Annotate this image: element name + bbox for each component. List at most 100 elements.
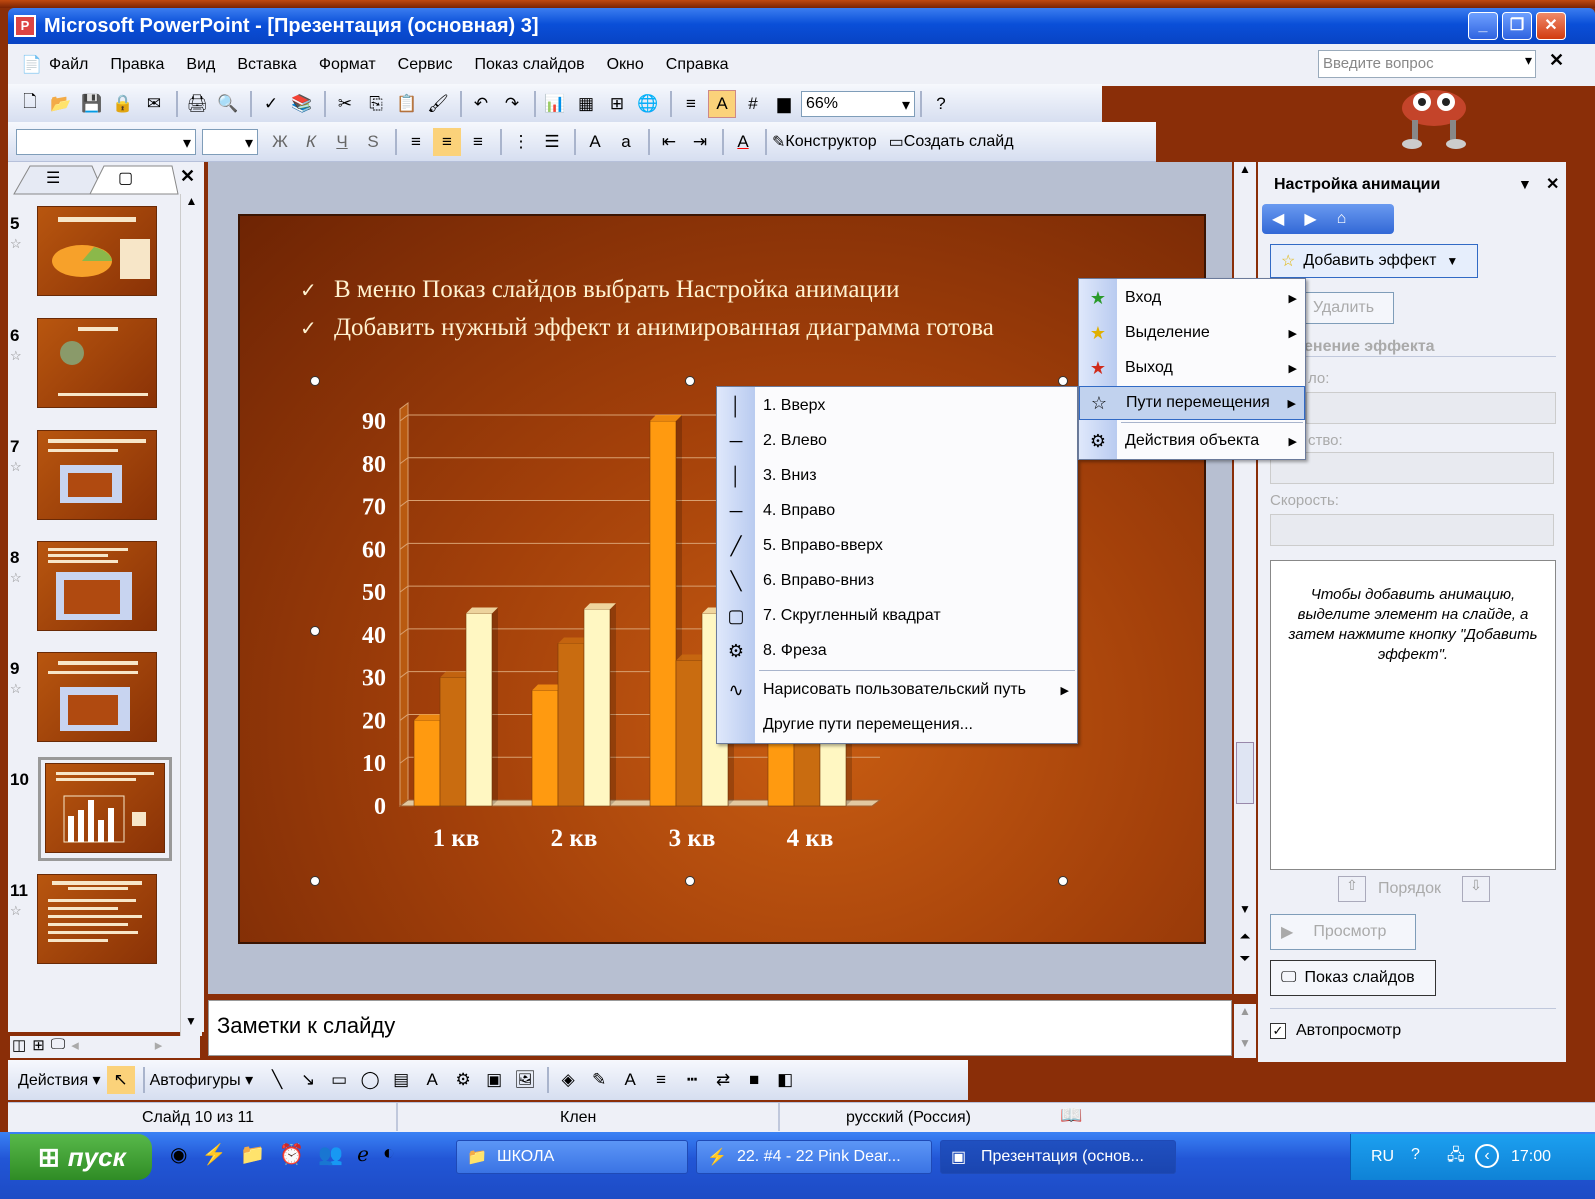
close-button[interactable]: ✕: [1536, 12, 1566, 40]
picture-icon[interactable]: 🖼: [511, 1066, 539, 1094]
slide-thumb-9[interactable]: [37, 652, 157, 742]
scroll-right-icon[interactable]: ▸: [155, 1036, 163, 1058]
fill-color-icon[interactable]: ◈: [554, 1066, 582, 1094]
decrease-indent-icon[interactable]: ⇤: [655, 128, 683, 156]
scroll-up-icon[interactable]: ▲: [181, 194, 202, 216]
messenger-icon[interactable]: 👥: [318, 1142, 343, 1167]
print-icon[interactable]: 🖨: [183, 90, 211, 118]
new-icon[interactable]: 🗋: [16, 90, 44, 118]
selection-handle[interactable]: [685, 876, 695, 886]
dash-style-icon[interactable]: ┅: [678, 1066, 706, 1094]
normal-view-icon[interactable]: ◫: [12, 1036, 26, 1058]
animation-list[interactable]: Чтобы добавить анимацию, выделите элемен…: [1270, 560, 1556, 870]
property-combo[interactable]: [1270, 452, 1554, 484]
scroll-thumb[interactable]: [1236, 742, 1254, 804]
cut-icon[interactable]: ✂: [331, 90, 359, 118]
path-menu-item[interactable]: ╱ 5. Вправо-вверх: [717, 529, 1077, 563]
underline-icon[interactable]: Ч: [328, 128, 356, 156]
chart-icon[interactable]: 📊: [541, 90, 569, 118]
restore-button[interactable]: ❐: [1502, 12, 1532, 40]
task-pane-close-icon[interactable]: ✕: [1546, 174, 1559, 194]
media-player-icon[interactable]: ◉: [170, 1142, 187, 1167]
hyperlink-icon[interactable]: 🌐: [634, 90, 662, 118]
3d-style-icon[interactable]: ◧: [771, 1066, 799, 1094]
preview-button[interactable]: ▶ Просмотр: [1270, 914, 1416, 950]
numbering-icon[interactable]: ⋮: [507, 128, 535, 156]
table-icon[interactable]: ▦: [572, 90, 600, 118]
forward-icon[interactable]: ▶: [1304, 209, 1316, 229]
rectangle-icon[interactable]: ▭: [325, 1066, 353, 1094]
network-icon[interactable]: 🖧: [1447, 1144, 1465, 1171]
menu-slideshow[interactable]: Показ слайдов: [474, 56, 584, 74]
effect-exit-item[interactable]: ★ Выход ▶: [1079, 351, 1305, 385]
thumbs-scrollbar[interactable]: ▲ ▼: [180, 194, 202, 1036]
slideshow-button[interactable]: 🖵 Показ слайдов: [1270, 960, 1436, 996]
ie-icon[interactable]: ℯ: [357, 1142, 369, 1167]
autopreview-checkbox[interactable]: ✓ Автопросмотр: [1270, 1022, 1401, 1040]
italic-icon[interactable]: К: [297, 128, 325, 156]
increase-font-icon[interactable]: A: [581, 128, 609, 156]
expand-icon[interactable]: ≡: [677, 90, 705, 118]
permission-icon[interactable]: 🔒: [109, 90, 137, 118]
align-left-icon[interactable]: ≡: [402, 128, 430, 156]
help-search-input[interactable]: Введите вопрос: [1318, 50, 1536, 78]
color-grayscale-icon[interactable]: ▆: [770, 90, 798, 118]
help-icon[interactable]: ?: [927, 90, 955, 118]
format-painter-icon[interactable]: 🖌: [424, 90, 452, 118]
folder-icon[interactable]: 📁: [240, 1142, 265, 1167]
draw-custom-path-item[interactable]: ∿ Нарисовать пользовательский путь ▶: [717, 673, 1077, 707]
bullet-2[interactable]: ✓ Добавить нужный эффект и анимированная …: [300, 314, 994, 342]
slide-thumb-7[interactable]: [37, 430, 157, 520]
tables-borders-icon[interactable]: ⊞: [603, 90, 631, 118]
arrow-style-icon[interactable]: ⇄: [709, 1066, 737, 1094]
copy-icon[interactable]: ⎘: [362, 90, 390, 118]
increase-indent-icon[interactable]: ⇥: [686, 128, 714, 156]
selection-handle[interactable]: [1058, 876, 1068, 886]
task-presentation[interactable]: ▣ Презентация (основ...: [940, 1140, 1176, 1174]
align-right-icon[interactable]: ≡: [464, 128, 492, 156]
scroll-down-icon[interactable]: ▼: [181, 1014, 201, 1028]
slide-sorter-icon[interactable]: ⊞: [32, 1036, 45, 1058]
shadow-icon[interactable]: S: [359, 128, 387, 156]
next-slide-icon[interactable]: ⏷: [1234, 950, 1256, 967]
font-combo[interactable]: ▾: [16, 128, 196, 155]
slideshow-view-icon[interactable]: 🖵: [51, 1036, 65, 1058]
clock-app-icon[interactable]: ⏰: [279, 1142, 304, 1167]
arrow-icon[interactable]: ↘: [294, 1066, 322, 1094]
close-icon[interactable]: ✕: [1549, 50, 1564, 71]
previous-slide-icon[interactable]: ⏶: [1234, 928, 1256, 945]
menu-tools[interactable]: Сервис: [398, 56, 453, 74]
redo-icon[interactable]: ↷: [498, 90, 526, 118]
task-music[interactable]: ⚡ 22. #4 - 22 Pink Dear...: [696, 1140, 932, 1174]
selection-handle[interactable]: [1058, 376, 1068, 386]
more-paths-item[interactable]: Другие пути перемещения...: [717, 708, 1077, 742]
spelling-status-icon[interactable]: 📖: [1060, 1105, 1082, 1126]
delete-button[interactable]: Удалить: [1302, 292, 1394, 324]
language-indicator[interactable]: RU: [1371, 1148, 1394, 1166]
notes-scrollbar[interactable]: ▲ ▼: [1234, 1004, 1256, 1058]
task-pane-menu-icon[interactable]: ▼: [1518, 176, 1532, 192]
diagram-icon[interactable]: ⚙: [449, 1066, 477, 1094]
designer-button[interactable]: ✎ Конструктор: [772, 132, 877, 152]
move-down-icon[interactable]: ⇩: [1462, 876, 1490, 902]
select-pointer-icon[interactable]: ↖: [106, 1066, 135, 1094]
shadow-style-icon[interactable]: ■: [740, 1066, 768, 1094]
undo-icon[interactable]: ↶: [467, 90, 495, 118]
effect-entrance-item[interactable]: ★ Вход ▶: [1079, 281, 1305, 315]
oval-icon[interactable]: ◯: [356, 1066, 384, 1094]
line-style-icon[interactable]: ≡: [647, 1066, 675, 1094]
path-menu-item[interactable]: ▢ 7. Скругленный квадрат: [717, 599, 1077, 633]
start-combo[interactable]: [1306, 392, 1556, 424]
grid-icon[interactable]: #: [739, 90, 767, 118]
research-icon[interactable]: 📚: [288, 90, 316, 118]
font-color-icon[interactable]: A: [729, 128, 757, 156]
effect-motion-paths-item[interactable]: ☆ Пути перемещения ▶: [1079, 386, 1305, 420]
path-menu-item[interactable]: ⚙ 8. Фреза: [717, 634, 1077, 668]
slide-thumb-11[interactable]: [37, 874, 157, 964]
clipart-icon[interactable]: ▣: [480, 1066, 508, 1094]
slide-thumb-8[interactable]: [37, 541, 157, 631]
path-menu-item[interactable]: │ 1. Вверх: [717, 389, 1077, 423]
notes-field[interactable]: Заметки к слайду: [208, 1000, 1232, 1056]
menu-help[interactable]: Справка: [666, 56, 729, 74]
bullet-1[interactable]: ✓ В меню Показ слайдов выбрать Настройка …: [300, 276, 900, 304]
